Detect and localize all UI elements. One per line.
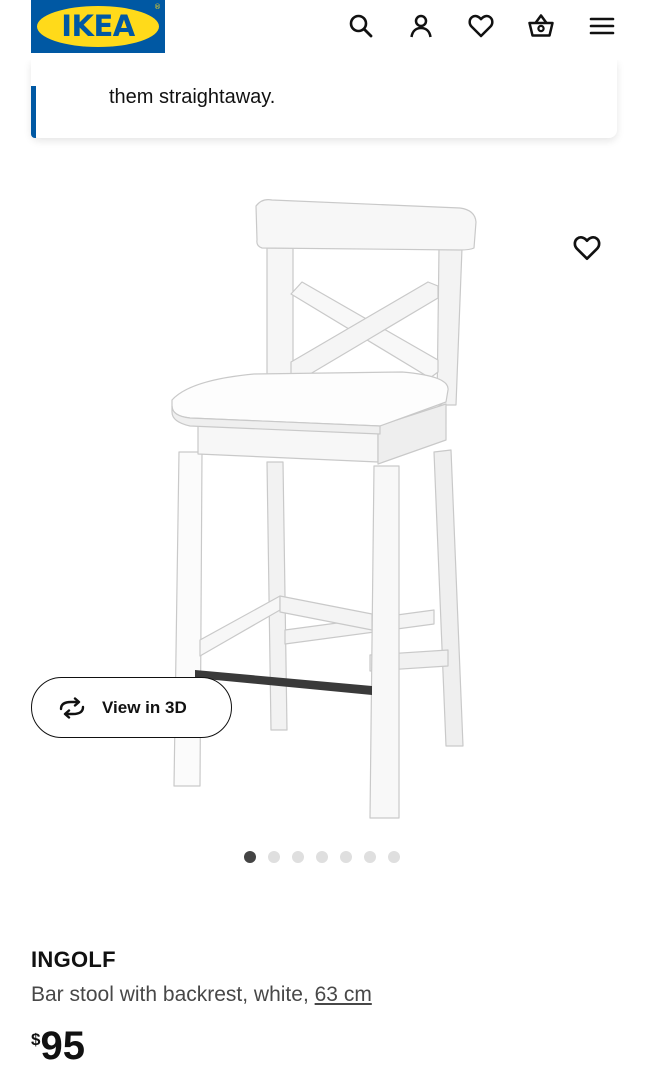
favourites-icon[interactable] [465,10,497,42]
image-carousel-pagination [244,851,400,865]
price-value: 95 [40,1024,85,1068]
carousel-dot-4[interactable] [316,851,328,863]
carousel-dot-2[interactable] [268,851,280,863]
notice-text: them straightaway. [109,86,276,108]
add-to-favourites-button[interactable] [567,228,607,268]
price-currency: $ [31,1030,41,1049]
notice-accent-bar [31,86,36,138]
ikea-logo[interactable]: IKEA ® [31,0,165,53]
search-icon[interactable] [345,10,377,42]
product-image-gallery[interactable] [0,150,648,890]
product-name: INGOLF [31,947,116,972]
info-notice-card: them straightaway. [31,60,617,138]
carousel-dot-7[interactable] [388,851,400,863]
cart-icon[interactable] [525,10,557,42]
logo-registered-mark: ® [154,3,161,11]
product-description: Bar stool with backrest, white, 63 cm [31,983,372,1007]
rotate-3d-icon [59,696,85,719]
logo-text: IKEA [61,9,135,43]
carousel-dot-3[interactable] [292,851,304,863]
carousel-dot-1[interactable] [244,851,256,863]
product-description-text: Bar stool with backrest, white, [31,983,315,1006]
size-link[interactable]: 63 cm [315,983,372,1006]
carousel-dot-5[interactable] [340,851,352,863]
account-icon[interactable] [405,10,437,42]
product-price: $ 95 [31,1024,85,1068]
carousel-dot-6[interactable] [364,851,376,863]
view-in-3d-label: View in 3D [102,697,187,717]
top-navigation-bar: IKEA ® [0,0,648,60]
heart-icon [573,236,601,261]
view-in-3d-button[interactable]: View in 3D [31,677,232,738]
menu-icon[interactable] [586,10,618,42]
